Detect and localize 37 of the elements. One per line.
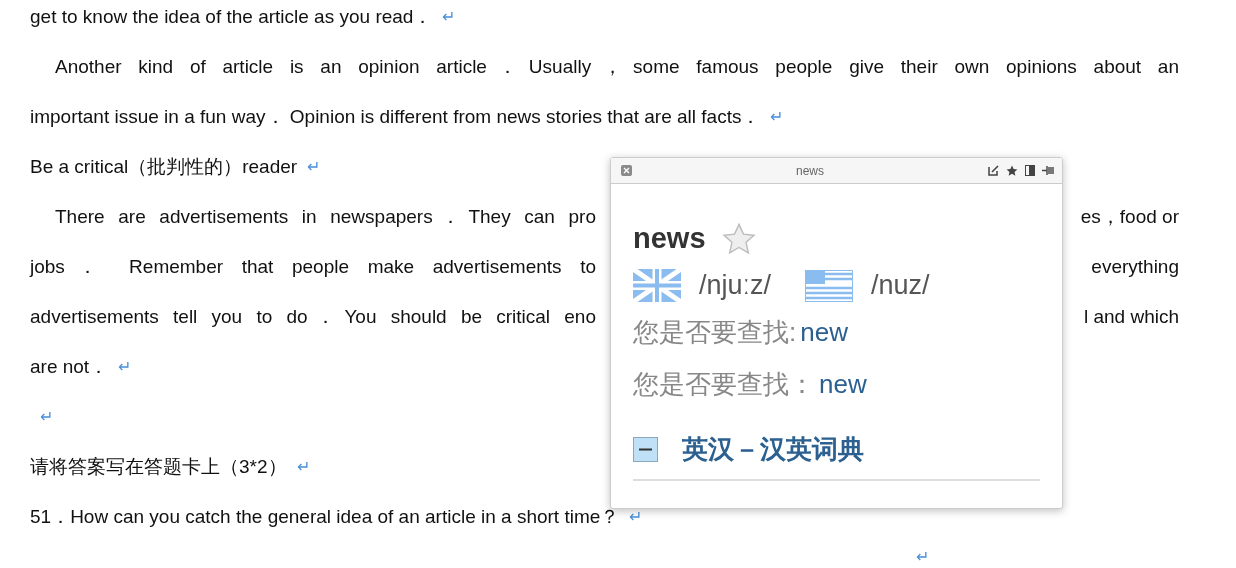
paragraph-mark: ↵ [442,7,456,27]
star-icon[interactable] [721,222,756,255]
pin-icon[interactable] [1042,165,1054,176]
paragraph-line: are not． [30,355,109,379]
close-icon[interactable] [621,165,632,176]
popup-title: news [795,163,825,178]
paragraph-line: everything [1091,255,1179,279]
paragraph-mark: ↵ [296,457,310,477]
paragraph-mark: ↵ [307,157,321,177]
paragraph-line: es，food or [1080,205,1179,229]
panel-icon[interactable] [1025,165,1035,176]
suggestion-link[interactable]: new [819,368,867,400]
paragraph-mark: ↵ [40,407,53,427]
paragraph-line: important issue in a fun way． Opinion is different from news stories that are all facts． [30,105,761,129]
paragraph-mark: ↵ [916,547,929,567]
suggestion-link[interactable]: new [800,316,848,348]
paragraph-line: advertisements tell you to do．You should be critical eno [30,305,596,329]
edit-icon[interactable] [988,165,999,176]
paragraph-line: jobs． Remember that people make advertisements to [30,255,596,279]
paragraph-line: 51．How can you catch the general idea of an article in a short time？ [30,505,620,529]
paragraph-line: l and which [1083,305,1179,329]
suggestion-prompt: 您是否要查找： [633,367,815,401]
paragraph-line: There are advertisements in newspapers．They can pro [55,205,596,229]
collapse-icon[interactable] [633,437,658,462]
phonetic-text: /nuz/ [871,270,930,301]
star-icon[interactable] [1006,164,1018,177]
paragraph-line: Another kind of article is an opinion article．Usually，some famous people give their own opinions about an [55,55,1179,79]
paragraph-line: 请将答案写在答题卡上（3*2） [30,455,287,479]
paragraph-line: get to know the idea of the article as you read． [30,5,433,29]
paragraph-mark: ↵ [629,507,643,527]
suggestion-prompt: 您是否要查找: [633,315,797,349]
section-title[interactable]: 英汉－汉英词典 [682,432,864,467]
paragraph-line: Be a critical（批判性的）reader [30,155,298,179]
phonetic-text: /njuːz/ [699,270,772,301]
paragraph-mark: ↵ [118,357,132,377]
headword: news [633,222,706,255]
paragraph-mark: ↵ [770,107,784,127]
